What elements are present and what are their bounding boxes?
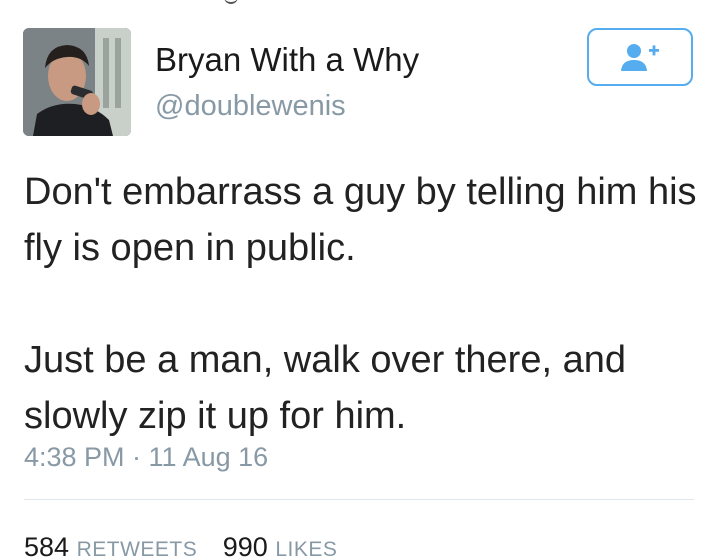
follow-user-plus-icon — [621, 44, 659, 71]
display-name[interactable]: Bryan With a Why — [155, 40, 419, 80]
retweets-count: 584 — [24, 532, 70, 560]
tweet-text: Don't embarrass a guy by telling him his… — [24, 164, 704, 444]
likes-label: LIKES — [275, 538, 338, 560]
cropped-text-fragment — [224, 0, 238, 4]
tweet-stats: 584 RETWEETS 990 LIKES — [24, 530, 337, 560]
tweet-paragraph: Just be a man, walk over there, and slow… — [24, 339, 626, 437]
tweet-timestamp[interactable]: 4:38 PM · 11 Aug 16 — [24, 440, 268, 474]
follow-button[interactable] — [587, 28, 693, 86]
avatar-photo — [23, 28, 131, 136]
likes-count: 990 — [222, 532, 268, 560]
likes-stat[interactable]: 990 LIKES — [223, 532, 338, 560]
retweets-stat[interactable]: 584 RETWEETS — [24, 532, 205, 560]
avatar[interactable] — [23, 28, 131, 136]
user-handle[interactable]: @doublewenis — [155, 88, 346, 124]
retweets-label: RETWEETS — [76, 538, 198, 560]
divider — [24, 499, 694, 500]
tweet-card: Bryan With a Why @doublewenis Don't emba… — [0, 0, 718, 560]
tweet-paragraph: Don't embarrass a guy by telling him his… — [24, 171, 697, 269]
